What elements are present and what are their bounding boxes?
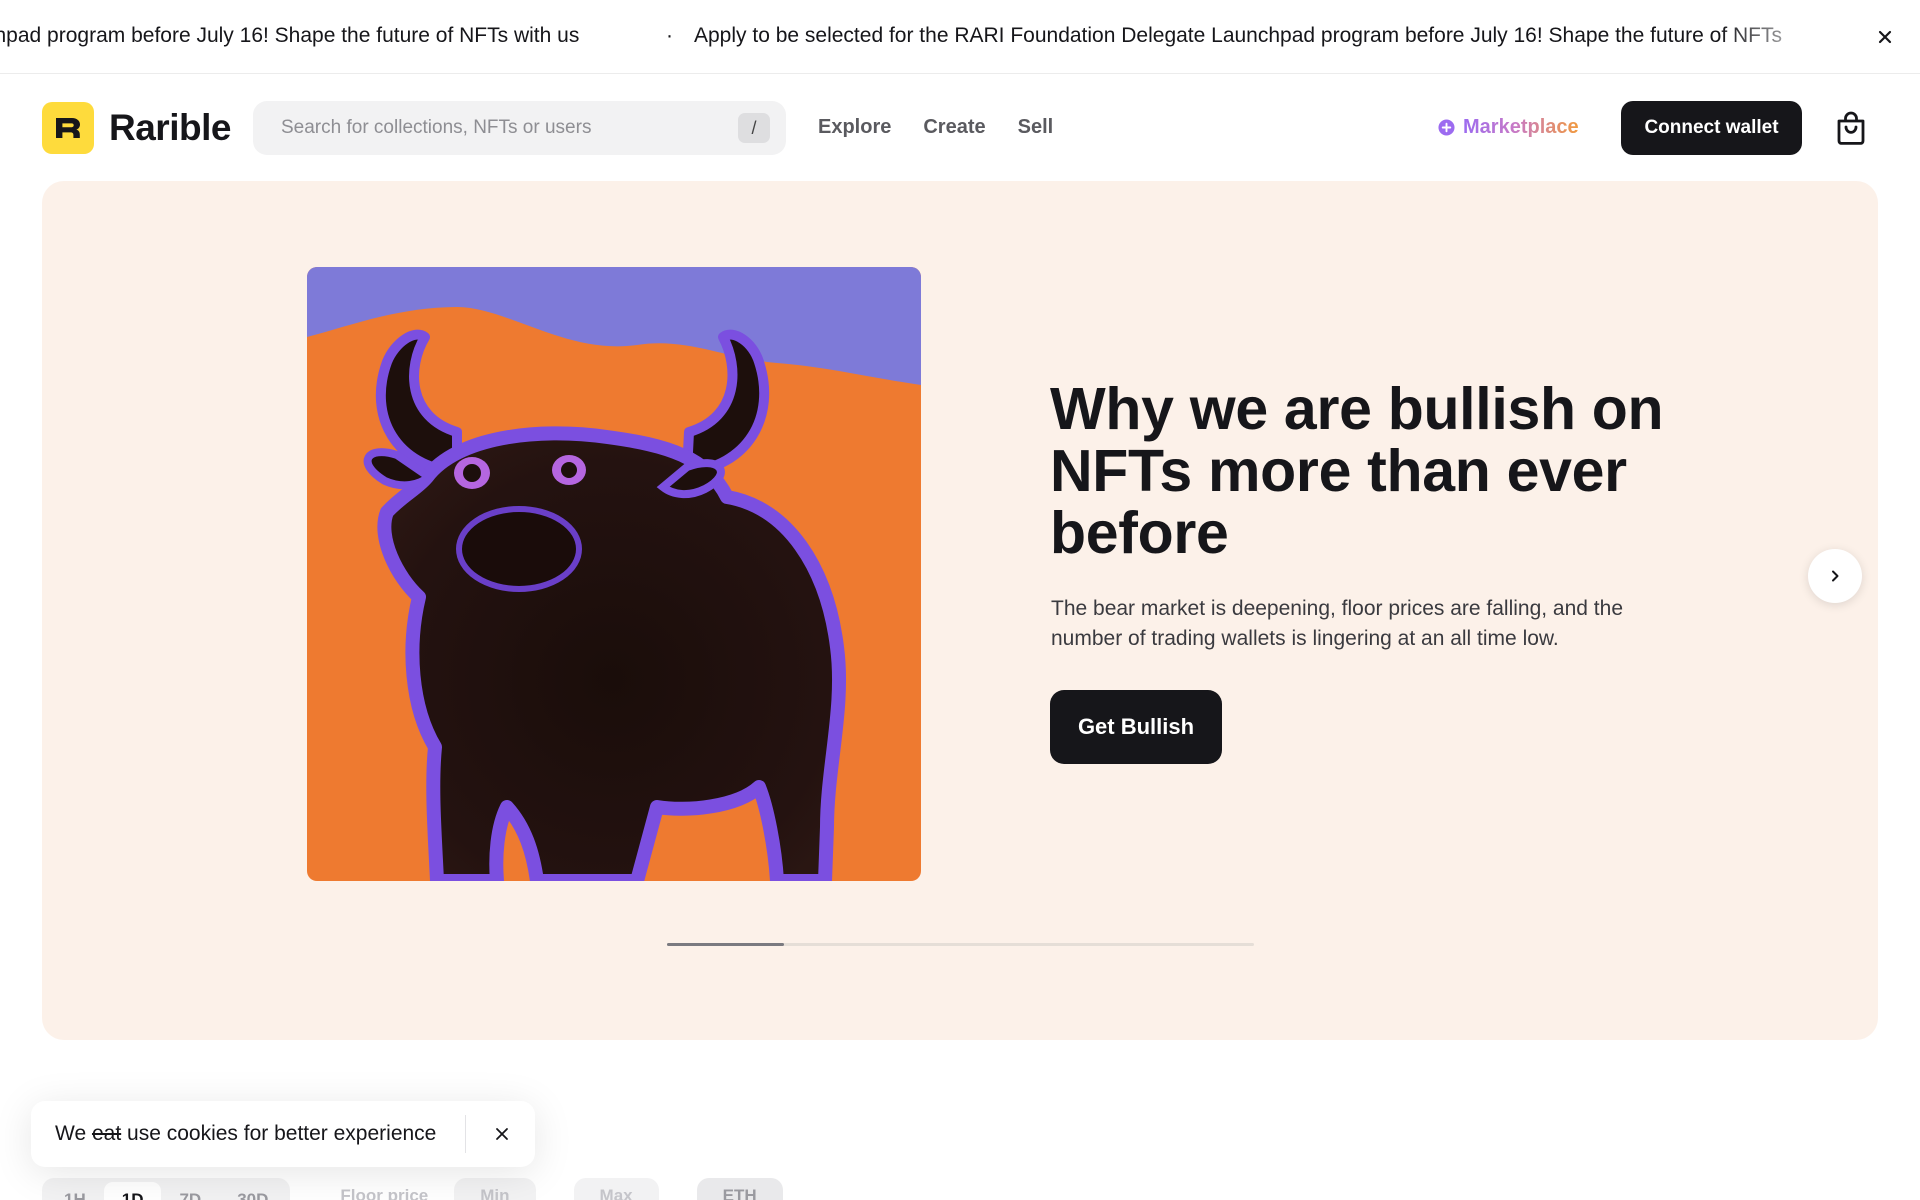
hero-title: Why we are bullish on NFTs more than eve… <box>1050 376 1664 566</box>
min-filter[interactable]: Min <box>454 1178 536 1200</box>
max-filter[interactable]: Max <box>573 1178 659 1200</box>
cookie-prefix: We <box>55 1122 87 1145</box>
collection-filters: 1H 1D 7D 30D Floor price Min Max ETH <box>42 1178 821 1200</box>
bull-artwork-image <box>307 267 921 881</box>
connect-wallet-button[interactable]: Connect wallet <box>1621 101 1802 155</box>
cart-button[interactable] <box>1832 108 1870 148</box>
period-selector: 1H 1D 7D 30D <box>42 1178 291 1200</box>
main-nav: Explore Create Sell <box>818 116 1053 139</box>
carousel-progress-fill <box>667 943 785 946</box>
close-icon <box>496 1128 508 1140</box>
cookie-close-button[interactable] <box>487 1119 517 1149</box>
cookie-banner: We eat use cookies for better experience <box>31 1101 535 1167</box>
nav-explore[interactable]: Explore <box>818 116 891 139</box>
announcement-close-button[interactable] <box>1850 0 1920 73</box>
chevron-right-icon <box>1832 570 1839 582</box>
announcement-bar: chpad program before July 16! Shape the … <box>0 0 1920 74</box>
site-header: Rarible / Explore Create Sell Marketplac… <box>0 74 1920 182</box>
currency-filter[interactable]: ETH <box>696 1178 783 1200</box>
floor-price-filter[interactable]: Floor price <box>326 1178 442 1200</box>
cookie-struck-word: eat <box>91 1122 122 1145</box>
announcement-text[interactable]: Apply to be selected for the RARI Founda… <box>694 24 1782 48</box>
brand-name: Rarible <box>109 107 231 148</box>
plus-circle-icon <box>1438 119 1455 136</box>
announcement-separator: · <box>666 24 673 47</box>
search-shortcut-key: / <box>738 113 770 143</box>
brand-logo[interactable]: Rarible <box>42 102 231 154</box>
period-7d[interactable]: 7D <box>161 1182 219 1200</box>
close-icon <box>1878 30 1892 43</box>
cookie-divider <box>465 1115 466 1153</box>
get-bullish-button[interactable]: Get Bullish <box>1050 690 1222 764</box>
search-box[interactable]: / <box>253 101 786 155</box>
hero-banner: Why we are bullish on NFTs more than eve… <box>42 181 1878 1040</box>
rarible-logo-icon <box>42 102 94 154</box>
nav-sell[interactable]: Sell <box>1018 116 1054 139</box>
marketplace-switch[interactable]: Marketplace <box>1438 116 1579 139</box>
period-30d[interactable]: 30D <box>219 1182 286 1200</box>
announcement-fragment[interactable]: chpad program before July 16! Shape the … <box>0 24 579 48</box>
cookie-suffix: use cookies for better experience <box>127 1122 437 1145</box>
hero-artwork-bull[interactable] <box>307 267 921 881</box>
cookie-text: We eat use cookies for better experience <box>55 1122 436 1146</box>
carousel-progress <box>667 943 1254 946</box>
search-input[interactable] <box>281 117 721 139</box>
carousel-next-button[interactable] <box>1808 549 1862 603</box>
announcement-fade <box>1720 0 1860 73</box>
hero-description: The bear market is deepening, floor pric… <box>1051 597 1623 650</box>
marketplace-label: Marketplace <box>1463 116 1579 138</box>
nav-create[interactable]: Create <box>923 116 985 139</box>
period-1d[interactable]: 1D <box>103 1182 162 1200</box>
period-1h[interactable]: 1H <box>46 1182 104 1200</box>
shopping-bag-icon <box>1837 111 1865 145</box>
